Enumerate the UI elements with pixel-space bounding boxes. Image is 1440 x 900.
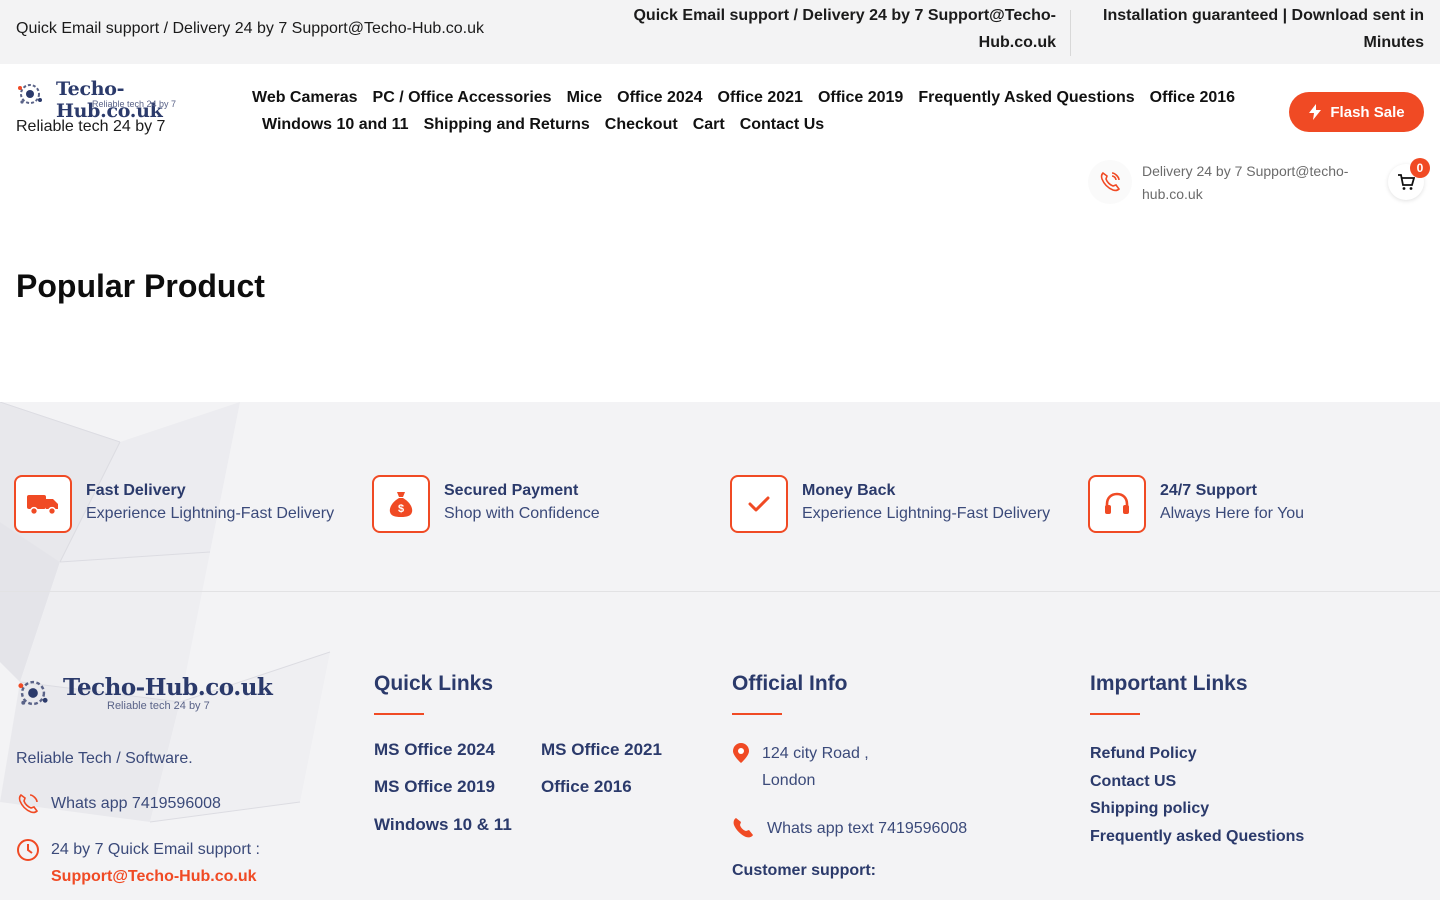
topbar-installation-text: Installation guaranteed | Download sent …: [1103, 7, 1424, 51]
main-nav: Web Cameras PC / Office Accessories Mice…: [244, 84, 1264, 138]
headset-icon: [1088, 475, 1146, 533]
lightning-icon: [1309, 104, 1322, 120]
quick-link-windows[interactable]: Windows 10 & 11: [374, 815, 512, 835]
truck-icon: [14, 475, 72, 533]
logo-tagline: Reliable tech 24 by 7: [92, 99, 177, 109]
topbar-support-text-bold: Quick Email support / Delivery 24 by 7 S…: [633, 7, 1056, 51]
nav-item-shipping-returns[interactable]: Shipping and Returns: [424, 116, 590, 134]
flash-sale-button[interactable]: Flash Sale: [1289, 92, 1424, 132]
nav-item-mice[interactable]: Mice: [567, 89, 603, 107]
cart-count-badge: 0: [1410, 158, 1430, 178]
nav-item-checkout[interactable]: Checkout: [605, 116, 678, 134]
cart-button[interactable]: 0: [1388, 158, 1430, 200]
important-links-title: Important Links: [1090, 672, 1248, 695]
footer-support-label-wrap: 24 by 7 Quick Email support : Support@Te…: [51, 836, 260, 890]
site-logo[interactable]: Techo-Hub.co.uk Reliable tech 24 by 7: [16, 78, 226, 122]
feature-fast-delivery: Fast Delivery Experience Lightning-Fast …: [14, 475, 354, 535]
footer-support: 24 by 7 Quick Email support : Support@Te…: [16, 836, 346, 896]
feature-subtitle: Experience Lightning-Fast Delivery: [86, 505, 335, 522]
quick-links-title: Quick Links: [374, 672, 494, 695]
section-title: Popular Product: [16, 268, 265, 304]
feature-support: 24/7 Support Always Here for You: [1088, 475, 1428, 535]
phone-icon: [733, 818, 753, 838]
feature-title: Fast Delivery: [86, 482, 186, 499]
quick-links-column: Quick Links: [374, 672, 493, 715]
nav-item-office-2024[interactable]: Office 2024: [617, 89, 702, 107]
nav-item-faq[interactable]: Frequently Asked Questions: [918, 89, 1134, 107]
logo-globe-icon: [18, 680, 48, 706]
link-faq[interactable]: Frequently asked Questions: [1090, 823, 1420, 851]
cart-icon: [1398, 174, 1415, 190]
address-line-1: 124 city Road ,: [762, 745, 869, 762]
money-bag-icon: $: [372, 475, 430, 533]
footer-support-label: 24 by 7 Quick Email support :: [51, 841, 260, 858]
nav-item-office-2021[interactable]: Office 2021: [718, 89, 803, 107]
feature-subtitle: Experience Lightning-Fast Delivery: [802, 505, 1051, 522]
phone-icon: [18, 793, 39, 814]
quick-link-ms-office-2024[interactable]: MS Office 2024: [374, 740, 495, 760]
feature-secured-payment: $ Secured Payment Shop with Confidence: [372, 475, 712, 535]
site-tagline: Reliable tech 24 by 7: [16, 118, 166, 135]
footer-logo-tagline: Reliable tech 24 by 7: [107, 700, 210, 712]
footer-whatsapp-text: Whats app 7419596008: [51, 795, 221, 812]
nav-row-1: Web Cameras PC / Office Accessories Mice…: [244, 84, 1264, 111]
topbar-support-text: Quick Email support / Delivery 24 by 7 S…: [16, 20, 485, 37]
header-contact: Delivery 24 by 7 Support@techo-hub.co.uk: [1088, 158, 1378, 208]
heading-underline: [1090, 713, 1140, 715]
header-contact-text: Delivery 24 by 7 Support@techo-hub.co.uk: [1142, 163, 1349, 202]
check-icon: [730, 475, 788, 533]
svg-text:$: $: [398, 503, 404, 515]
feature-title: 24/7 Support: [1160, 482, 1257, 499]
nav-row-2: Windows 10 and 11 Shipping and Returns C…: [244, 111, 1264, 138]
feature-title: Secured Payment: [444, 482, 579, 499]
phone-icon: [1088, 160, 1132, 204]
feature-title: Money Back: [802, 482, 896, 499]
address-line-2: London: [762, 772, 816, 789]
topbar-divider: [1070, 10, 1071, 56]
heading-underline: [732, 713, 782, 715]
logo-globe-icon: [18, 84, 42, 104]
feature-subtitle: Shop with Confidence: [444, 505, 600, 522]
official-info-column: Official Info: [732, 672, 848, 715]
nav-item-cart[interactable]: Cart: [693, 116, 725, 134]
official-info-title: Official Info: [732, 672, 848, 695]
footer-about: Reliable Tech / Software.: [16, 750, 193, 767]
nav-item-contact-us[interactable]: Contact Us: [740, 116, 824, 134]
quick-link-ms-office-2021[interactable]: MS Office 2021: [541, 740, 662, 760]
official-whatsapp-text: Whats app text 7419596008: [767, 820, 968, 837]
customer-support-label: Customer support:: [732, 862, 876, 879]
feature-money-back: Money Back Experience Lightning-Fast Del…: [730, 475, 1070, 535]
link-shipping-policy[interactable]: Shipping policy: [1090, 795, 1420, 823]
top-bar: Quick Email support / Delivery 24 by 7 S…: [0, 0, 1440, 64]
quick-link-office-2016[interactable]: Office 2016: [541, 777, 632, 797]
nav-item-office-2019[interactable]: Office 2019: [818, 89, 903, 107]
features-row: Fast Delivery Experience Lightning-Fast …: [0, 402, 1440, 592]
link-refund-policy[interactable]: Refund Policy: [1090, 740, 1420, 768]
link-contact-us[interactable]: Contact US: [1090, 768, 1420, 796]
important-links-list: Refund Policy Contact US Shipping policy…: [1090, 740, 1420, 850]
heading-underline: [374, 713, 424, 715]
address-text: 124 city Road , London: [762, 740, 869, 794]
footer-logo[interactable]: Techo-Hub.co.uk Reliable tech 24 by 7: [16, 674, 276, 716]
nav-item-windows[interactable]: Windows 10 and 11: [262, 116, 409, 134]
nav-item-web-cameras[interactable]: Web Cameras: [252, 89, 358, 107]
important-links-column: Important Links: [1090, 672, 1248, 715]
location-pin-icon: [733, 743, 749, 763]
feature-subtitle: Always Here for You: [1160, 505, 1305, 522]
clock-icon: [17, 839, 39, 861]
nav-item-pc-office-accessories[interactable]: PC / Office Accessories: [373, 89, 552, 107]
footer-logo-name: Techo-Hub.co.uk: [63, 674, 273, 701]
nav-item-office-2016[interactable]: Office 2016: [1150, 89, 1235, 107]
flash-sale-label: Flash Sale: [1330, 103, 1405, 121]
footer: Fast Delivery Experience Lightning-Fast …: [0, 402, 1440, 900]
quick-link-ms-office-2019[interactable]: MS Office 2019: [374, 777, 495, 797]
footer-whatsapp: Whats app 7419596008: [16, 790, 346, 820]
footer-support-email-link[interactable]: Support@Techo-Hub.co.uk: [51, 868, 257, 885]
